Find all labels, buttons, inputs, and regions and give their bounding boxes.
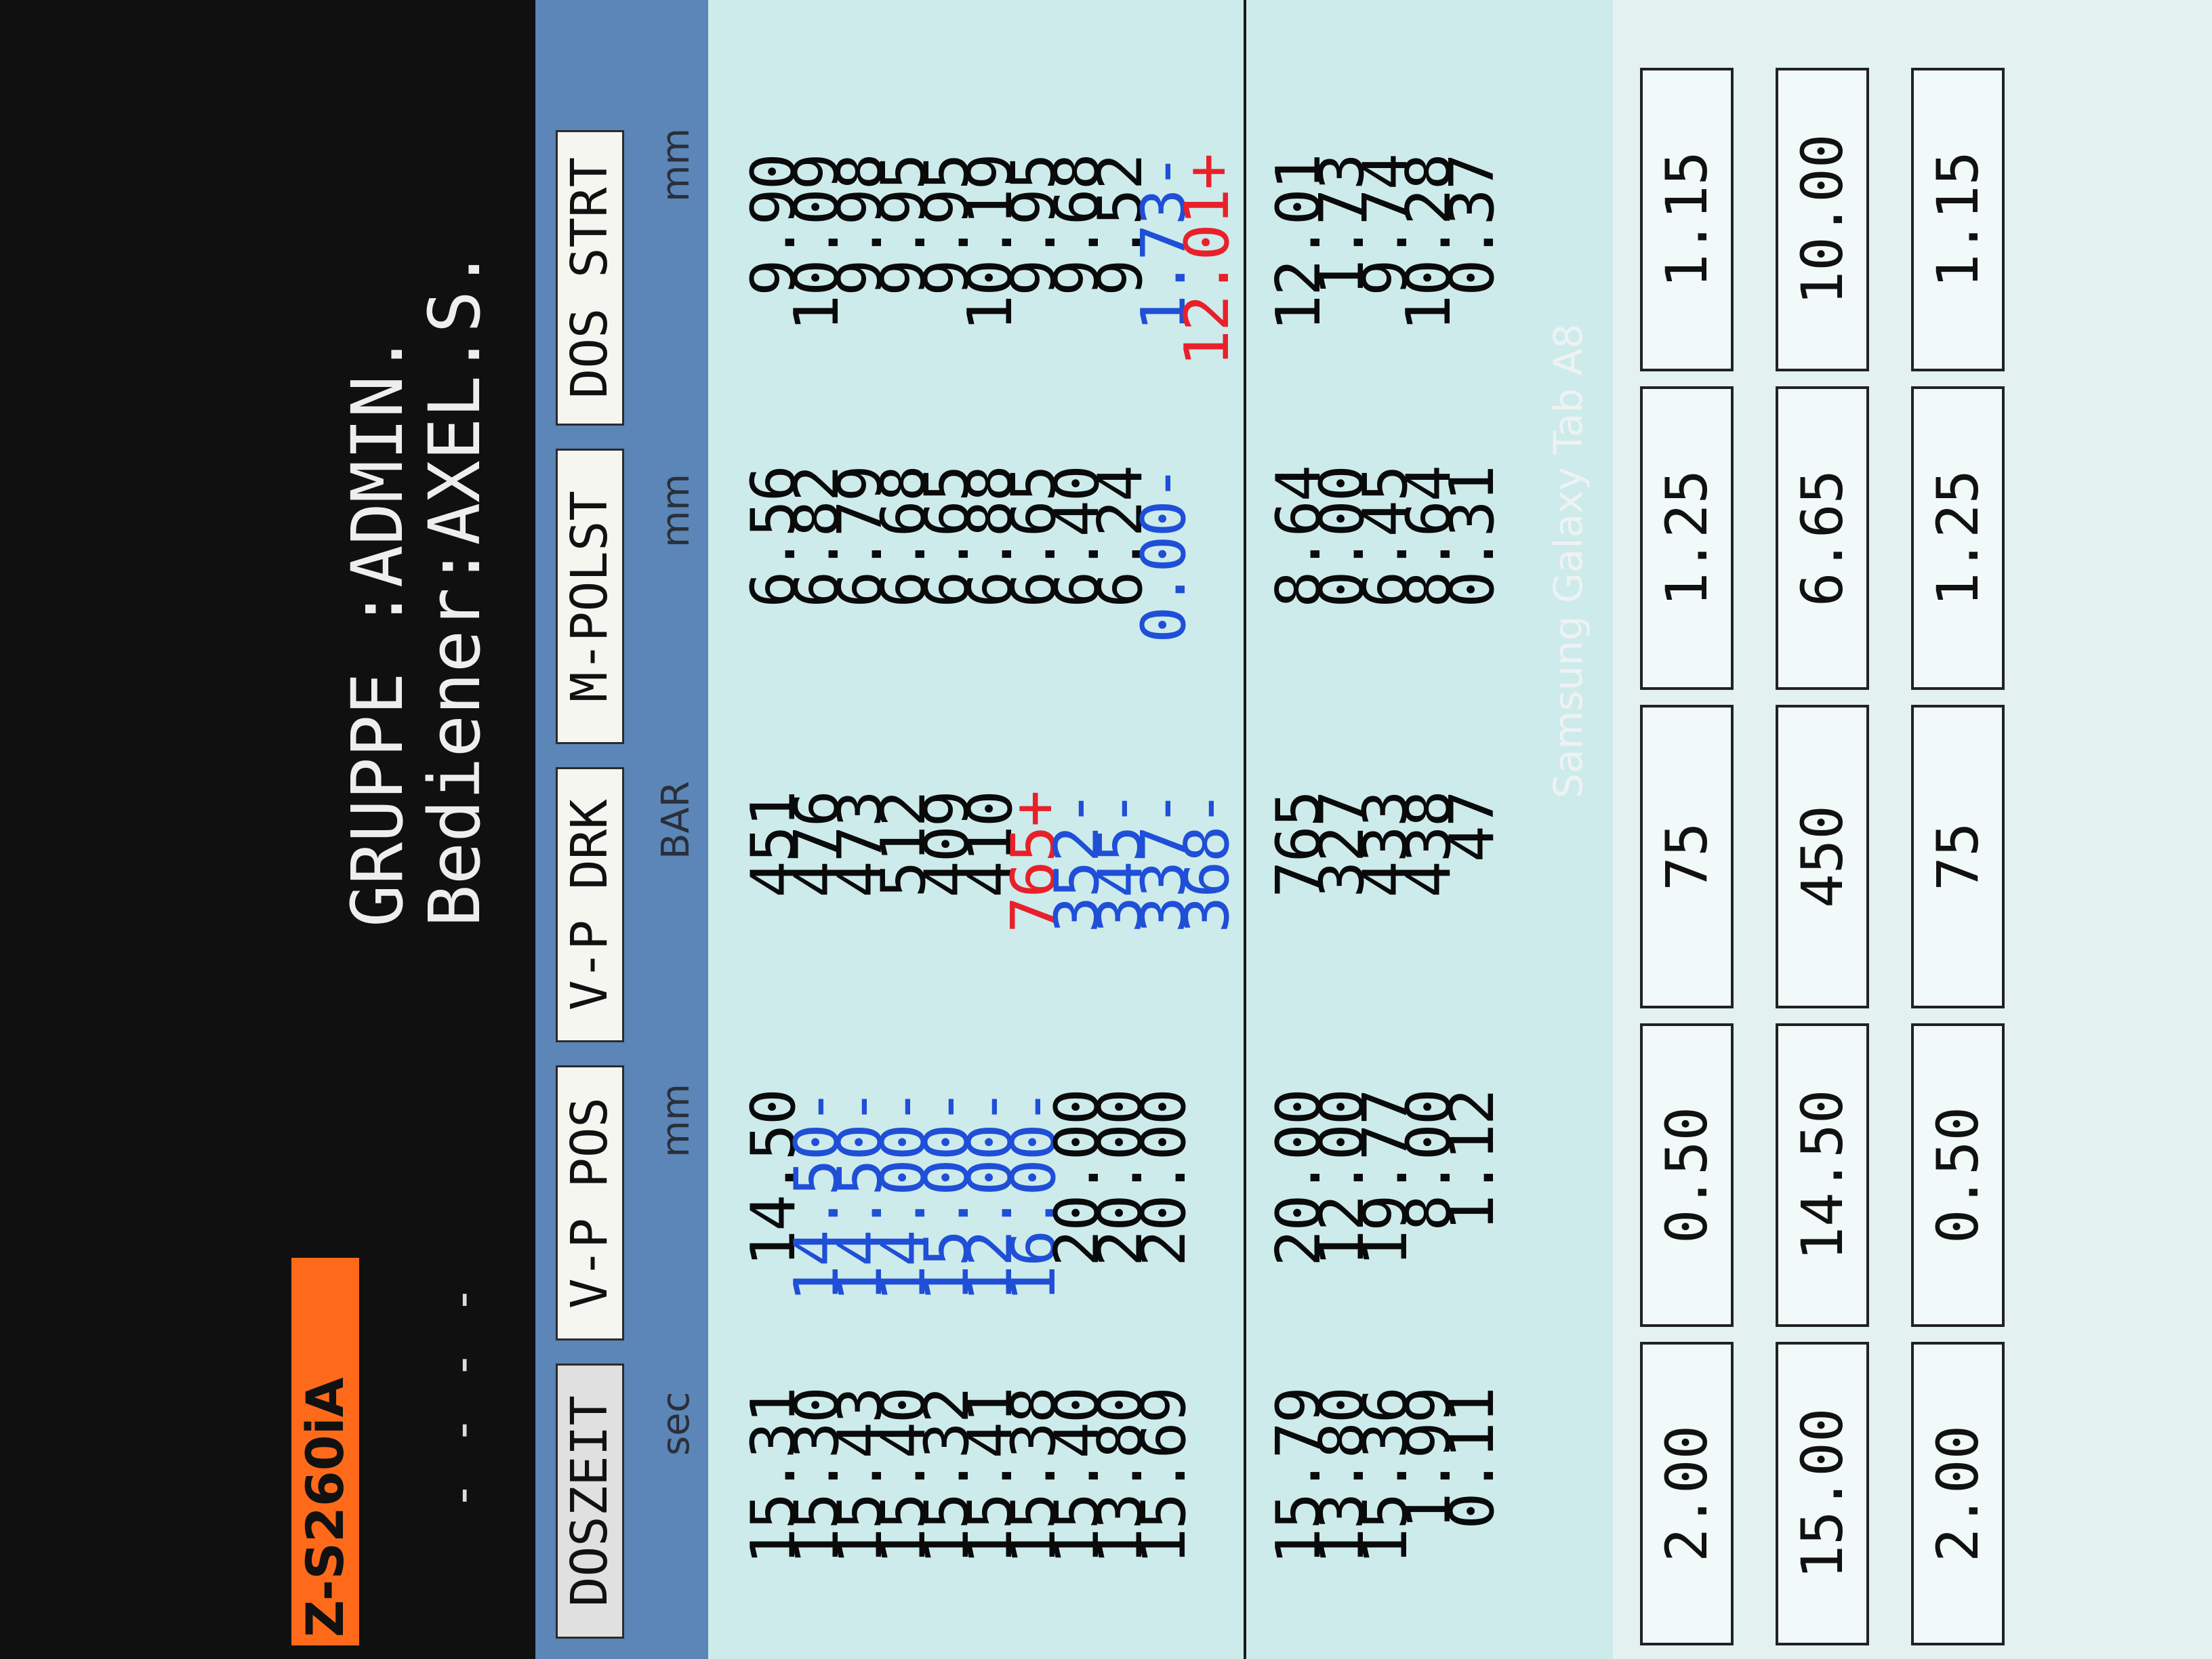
unit-label: mm bbox=[654, 1083, 698, 1158]
stats-cell: 0.11 bbox=[1437, 1388, 1508, 1530]
session-info: GRUPPE :ADMIN. Bediener:AXEL.S. bbox=[336, 248, 496, 927]
machine-model-label: Z-S260iA bbox=[291, 1258, 359, 1645]
tab-dos-strt[interactable]: DOS STRT bbox=[556, 130, 624, 426]
table-cell bbox=[1186, 1090, 1229, 1361]
header-bar: Z-S260iA GRUPPE :ADMIN. Bediener:AXEL.S.… bbox=[0, 0, 535, 1659]
setpoint-input-field[interactable]: 75 bbox=[1640, 705, 1734, 1008]
setpoint-input-field[interactable]: 14.50 bbox=[1776, 1023, 1869, 1327]
monitor-screen: DOSZEIT V-P POS V-P DRK M-POLST DOS STRT… bbox=[535, 0, 2212, 1659]
tab-doszeit[interactable]: DOSZEIT bbox=[556, 1364, 624, 1639]
unit-bar: sec mm BAR mm mm bbox=[644, 0, 708, 1659]
stats-divider bbox=[1244, 0, 1246, 1659]
setpoint-input-field[interactable]: 1.15 bbox=[1911, 68, 2005, 371]
unit-label: mm bbox=[654, 473, 698, 548]
setpoint-input-field[interactable]: 75 bbox=[1911, 705, 2005, 1008]
shot-data-table: 15.31 14.50 451 6.56 9.90 15.30 14.50- 476 6.82 1… bbox=[708, 0, 1610, 1659]
stats-cell: 0.37 bbox=[1437, 155, 1508, 296]
table-row: 368- 12.01+ bbox=[1172, 0, 1243, 1659]
screen-photo: Z-S260iA GRUPPE :ADMIN. Bediener:AXEL.S.… bbox=[0, 0, 2212, 1659]
setpoint-input-field[interactable]: 1.25 bbox=[1911, 386, 2005, 690]
setpoint-input-field[interactable]: 6.65 bbox=[1776, 386, 1869, 690]
unit-label: BAR bbox=[654, 781, 698, 859]
status-dashes: - - - - bbox=[434, 1281, 489, 1510]
stats-cell: 1.12 bbox=[1437, 1090, 1508, 1231]
setpoint-input-field[interactable]: 1.25 bbox=[1640, 386, 1734, 690]
table-cell bbox=[1186, 466, 1229, 737]
setpoint-input-field[interactable]: 450 bbox=[1776, 705, 1869, 1008]
unit-label: sec bbox=[654, 1391, 698, 1456]
table-cell: 0.00- bbox=[1128, 466, 1200, 643]
table-cell: 12.01+ bbox=[1172, 155, 1243, 367]
stats-row: 0.11 1.12 47 0.31 0.37 bbox=[1437, 0, 1508, 1659]
input-row: 15.00 14.50 450 6.65 10.00 bbox=[1769, 0, 1870, 1659]
input-row: 2.00 0.50 75 1.25 1.15 bbox=[1633, 0, 1735, 1659]
camera-watermark: Samsung Galaxy Tab A8 bbox=[1545, 323, 1591, 798]
tab-m-polst[interactable]: M-POLST bbox=[556, 449, 624, 744]
table-cell: 368- bbox=[1172, 792, 1243, 933]
stats-cell: 47 bbox=[1437, 792, 1508, 863]
table-cell bbox=[1186, 1388, 1229, 1659]
tab-vp-drk[interactable]: V-P DRK bbox=[556, 767, 624, 1042]
unit-label: mm bbox=[654, 127, 698, 202]
setpoint-input-field[interactable]: 2.00 bbox=[1911, 1342, 2005, 1645]
setpoint-input-field[interactable]: 0.50 bbox=[1911, 1023, 2005, 1327]
input-row: 2.00 0.50 75 1.25 1.15 bbox=[1904, 0, 2006, 1659]
setpoint-input-grid: 2.00 0.50 75 1.25 1.15 15.00 14.50 450 6.65 10.00… bbox=[1613, 0, 2212, 1659]
setpoint-input-field[interactable]: 2.00 bbox=[1640, 1342, 1734, 1645]
setpoint-input-field[interactable]: 10.00 bbox=[1776, 68, 1869, 371]
table-cell: 20.00 bbox=[1128, 1090, 1200, 1267]
setpoint-input-field[interactable]: 1.15 bbox=[1640, 68, 1734, 371]
tab-vp-pos[interactable]: V-P POS bbox=[556, 1065, 624, 1340]
table-cell: 15.69 bbox=[1128, 1388, 1200, 1565]
group-label: GRUPPE :ADMIN. bbox=[336, 333, 419, 927]
column-tab-bar: DOSZEIT V-P POS V-P DRK M-POLST DOS STRT bbox=[535, 0, 644, 1659]
setpoint-input-field[interactable]: 0.50 bbox=[1640, 1023, 1734, 1327]
operator-label: Bediener:AXEL.S. bbox=[413, 248, 496, 927]
stats-cell: 0.31 bbox=[1437, 466, 1508, 608]
setpoint-input-field[interactable]: 15.00 bbox=[1776, 1342, 1869, 1645]
